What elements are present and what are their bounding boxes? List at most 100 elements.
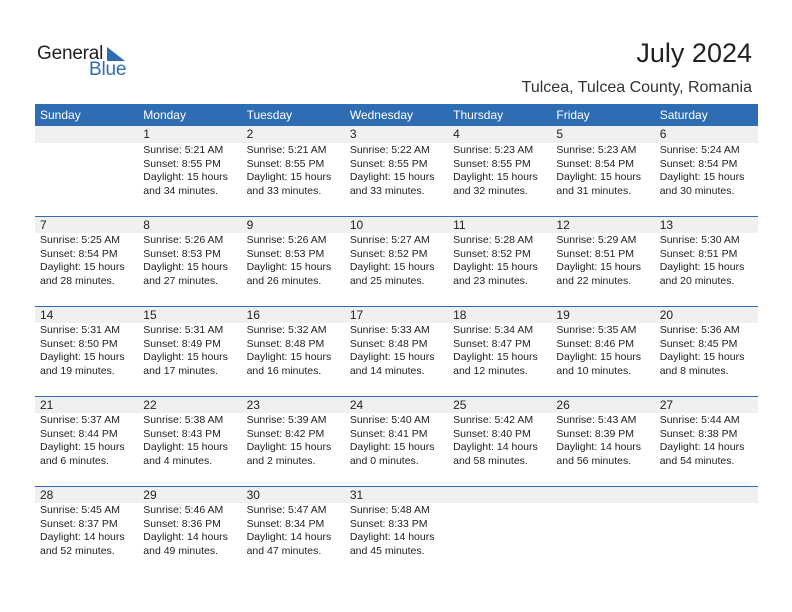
- day-number: 23: [246, 398, 260, 412]
- calendar: Sunday Monday Tuesday Wednesday Thursday Frid…: [35, 104, 758, 576]
- daylight-duration: and 0 minutes.: [349, 454, 419, 467]
- sunrise-time: Sunrise: 5:42 AM: [453, 414, 534, 426]
- sunset-time: Sunset: 8:54 PM: [659, 157, 738, 170]
- daylight-duration: and 58 minutes.: [453, 454, 528, 467]
- sunrise-time: Sunrise: 5:48 AM: [349, 504, 430, 516]
- daylight-duration: and 19 minutes.: [40, 364, 115, 377]
- day-number: 13: [659, 218, 674, 232]
- week-row: 21 22 23 24 25 26 27 Sunrise: 5:37 AM Sunset: 8:…: [35, 396, 758, 486]
- empty-day-details: [448, 503, 551, 558]
- daylight-duration: and 20 minutes.: [659, 274, 735, 287]
- daylight-duration: Daylight: 15 hours: [143, 261, 228, 273]
- sunrise-time: Sunrise: 5:24 AM: [659, 144, 740, 156]
- empty-day-details: [655, 503, 758, 558]
- daylight-duration: and 14 minutes.: [349, 364, 425, 377]
- day-number: 3: [349, 127, 357, 141]
- day-details: Sunrise: 5:22 AM Sunset: 8:55 PM Daylight:…: [345, 143, 448, 198]
- daylight-duration: Daylight: 15 hours: [453, 261, 538, 273]
- day-details: Sunrise: 5:31 AM Sunset: 8:50 PM Daylight:…: [35, 323, 138, 378]
- daylight-duration: and 12 minutes.: [453, 364, 528, 377]
- daylight-duration: Daylight: 15 hours: [453, 171, 538, 183]
- daylight-duration: Daylight: 15 hours: [349, 441, 435, 453]
- day-number-band: 7 8 9 10 11 12 13: [35, 216, 758, 233]
- day-details: Sunrise: 5:26 AM Sunset: 8:53 PM Daylight:…: [138, 233, 241, 288]
- day-details: Sunrise: 5:31 AM Sunset: 8:49 PM Daylight:…: [138, 323, 241, 378]
- day-number: 8: [143, 218, 150, 232]
- sunrise-time: Sunrise: 5:21 AM: [143, 144, 224, 156]
- sunrise-time: Sunrise: 5:47 AM: [246, 504, 327, 516]
- day-details: Sunrise: 5:30 AM Sunset: 8:51 PM Daylight:…: [655, 233, 758, 288]
- daylight-duration: and 31 minutes.: [556, 184, 632, 197]
- daylight-duration: and 6 minutes.: [40, 454, 109, 467]
- sunset-time: Sunset: 8:40 PM: [453, 427, 531, 440]
- sunset-time: Sunset: 8:54 PM: [556, 157, 635, 170]
- day-number: 14: [40, 308, 54, 322]
- day-number: 2: [246, 127, 254, 141]
- day-details: Sunrise: 5:36 AM Sunset: 8:45 PM Daylight:…: [655, 323, 758, 378]
- sunset-time: Sunset: 8:48 PM: [349, 337, 428, 350]
- day-number: 4: [453, 127, 460, 141]
- sunrise-time: Sunrise: 5:36 AM: [659, 324, 740, 336]
- day-details: Sunrise: 5:28 AM Sunset: 8:52 PM Daylight:…: [448, 233, 551, 288]
- sunrise-time: Sunrise: 5:32 AM: [246, 324, 327, 336]
- weekday-monday: Monday: [143, 108, 186, 122]
- daylight-duration: and 30 minutes.: [659, 184, 735, 197]
- sunset-time: Sunset: 8:46 PM: [556, 337, 635, 350]
- daylight-duration: and 56 minutes.: [556, 454, 632, 467]
- day-number: 5: [556, 127, 564, 141]
- day-details: Sunrise: 5:38 AM Sunset: 8:43 PM Daylight:…: [138, 413, 241, 468]
- daylight-duration: Daylight: 15 hours: [349, 351, 435, 363]
- day-details: Sunrise: 5:27 AM Sunset: 8:52 PM Daylight:…: [345, 233, 448, 288]
- sunrise-time: Sunrise: 5:38 AM: [143, 414, 224, 426]
- sunset-time: Sunset: 8:53 PM: [143, 247, 221, 260]
- day-details: Sunrise: 5:42 AM Sunset: 8:40 PM Daylight:…: [448, 413, 551, 468]
- daylight-duration: Daylight: 15 hours: [349, 171, 435, 183]
- sunrise-time: Sunrise: 5:21 AM: [246, 144, 327, 156]
- daylight-duration: and 49 minutes.: [143, 544, 218, 557]
- empty-day: [35, 126, 138, 143]
- sunset-time: Sunset: 8:36 PM: [143, 517, 221, 530]
- sunrise-time: Sunrise: 5:27 AM: [349, 234, 430, 246]
- day-number: 11: [453, 218, 466, 232]
- day-details: Sunrise: 5:47 AM Sunset: 8:34 PM Daylight:…: [242, 503, 345, 558]
- daylight-duration: Daylight: 15 hours: [349, 261, 435, 273]
- sunrise-time: Sunrise: 5:26 AM: [143, 234, 224, 246]
- day-number: 16: [246, 308, 260, 322]
- day-number: 6: [659, 127, 667, 141]
- day-details: Sunrise: 5:23 AM Sunset: 8:54 PM Daylight:…: [551, 143, 654, 198]
- day-details: Sunrise: 5:35 AM Sunset: 8:46 PM Daylight:…: [551, 323, 654, 378]
- weekday-thursday: Thursday: [453, 108, 504, 122]
- daylight-duration: and 23 minutes.: [453, 274, 528, 287]
- daylight-duration: and 45 minutes.: [349, 544, 425, 557]
- sunrise-time: Sunrise: 5:30 AM: [659, 234, 740, 246]
- daylight-duration: and 17 minutes.: [143, 364, 218, 377]
- daylight-duration: and 33 minutes.: [349, 184, 425, 197]
- day-number: 9: [246, 218, 254, 232]
- day-number: 28: [40, 488, 54, 502]
- daylight-duration: Daylight: 14 hours: [556, 441, 642, 453]
- day-details: Sunrise: 5:32 AM Sunset: 8:48 PM Daylight:…: [242, 323, 345, 378]
- daylight-duration: Daylight: 15 hours: [246, 441, 332, 453]
- empty-day-details: [551, 503, 654, 558]
- daylight-duration: Daylight: 14 hours: [40, 531, 125, 543]
- daylight-duration: Daylight: 14 hours: [453, 441, 538, 453]
- daylight-duration: and 22 minutes.: [556, 274, 632, 287]
- sunset-time: Sunset: 8:39 PM: [556, 427, 635, 440]
- logo: General Blue: [37, 43, 137, 83]
- week-row: 1 2 3 4 5 6 Sunrise: 5:21 AM Sunset: 8:55 PM Day…: [35, 126, 758, 216]
- day-number: 30: [246, 488, 260, 502]
- daylight-duration: Daylight: 15 hours: [143, 171, 228, 183]
- daylight-duration: Daylight: 15 hours: [556, 261, 642, 273]
- location-subtitle: Tulcea, Tulcea County, Romania: [521, 79, 752, 96]
- weekday-saturday: Saturday: [659, 108, 708, 122]
- daylight-duration: and 2 minutes.: [246, 454, 316, 467]
- day-details: Sunrise: 5:40 AM Sunset: 8:41 PM Daylight:…: [345, 413, 448, 468]
- page-title: July 2024: [636, 38, 752, 68]
- sunrise-time: Sunrise: 5:46 AM: [143, 504, 224, 516]
- sunset-time: Sunset: 8:49 PM: [143, 337, 221, 350]
- day-details: Sunrise: 5:24 AM Sunset: 8:54 PM Daylight:…: [655, 143, 758, 198]
- day-details: Sunrise: 5:45 AM Sunset: 8:37 PM Daylight:…: [35, 503, 138, 558]
- weekday-sunday: Sunday: [40, 108, 81, 122]
- sunset-time: Sunset: 8:42 PM: [246, 427, 325, 440]
- day-details: Sunrise: 5:34 AM Sunset: 8:47 PM Daylight:…: [448, 323, 551, 378]
